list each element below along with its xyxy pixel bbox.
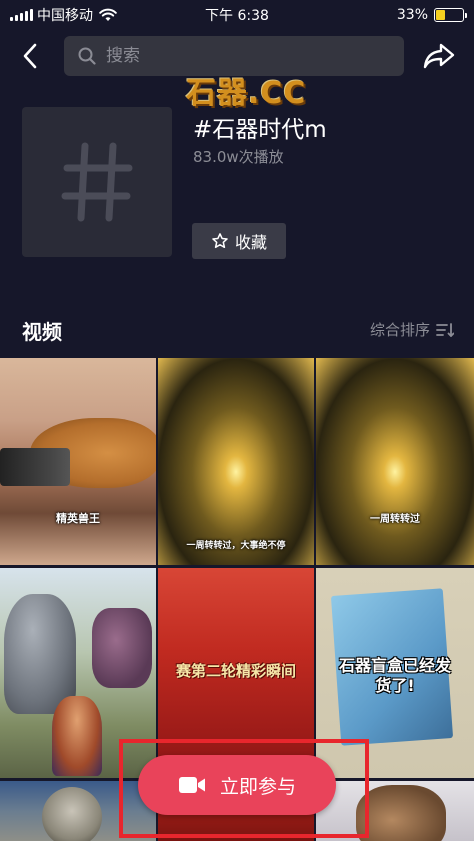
play-count: 83.0w次播放 bbox=[193, 148, 284, 166]
signal-icon bbox=[10, 9, 33, 21]
topic-title: #石器时代m bbox=[193, 117, 327, 143]
video-thumbnail[interactable] bbox=[316, 781, 474, 841]
video-caption: 精英兽王 bbox=[56, 512, 100, 525]
share-button[interactable] bbox=[422, 40, 456, 72]
carrier-name: 中国移动 bbox=[37, 8, 93, 24]
sort-icon bbox=[436, 322, 454, 337]
video-caption: 一周转转过 bbox=[370, 514, 420, 525]
robot-image bbox=[4, 594, 76, 714]
video-thumbnail[interactable]: 赛第二轮精彩瞬间 bbox=[158, 568, 314, 778]
character-image bbox=[52, 696, 102, 776]
video-thumbnail[interactable] bbox=[0, 568, 156, 778]
sort-button[interactable]: 综合排序 bbox=[370, 319, 454, 340]
star-icon bbox=[212, 233, 228, 249]
video-caption: 一周转转过，大事绝不停 bbox=[186, 541, 286, 551]
harness-image bbox=[0, 448, 70, 486]
video-thumbnail[interactable] bbox=[0, 781, 156, 841]
creature-image bbox=[92, 608, 152, 688]
back-button[interactable] bbox=[14, 40, 46, 72]
sort-label: 综合排序 bbox=[369, 321, 430, 339]
share-arrow-icon bbox=[423, 43, 455, 69]
cat-image bbox=[42, 787, 102, 841]
video-thumbnail[interactable]: 一周转转过，大事绝不停 bbox=[158, 358, 314, 565]
battery-level bbox=[436, 10, 445, 20]
character-image bbox=[356, 785, 446, 841]
video-thumbnail[interactable]: 石器盲盒已经发货了! bbox=[316, 568, 474, 778]
join-button[interactable]: 立即参与 bbox=[138, 755, 336, 815]
video-caption: 石器盲盒已经发货了! bbox=[338, 656, 451, 695]
favorite-label: 收藏 bbox=[234, 233, 267, 252]
video-caption: 赛第二轮精彩瞬间 bbox=[175, 662, 296, 680]
watermark-logo: 石器.CC bbox=[186, 76, 307, 111]
wifi-icon bbox=[99, 8, 117, 21]
section-title: 视频 bbox=[22, 320, 62, 344]
video-camera-icon bbox=[178, 777, 205, 793]
video-thumbnail[interactable]: 一周转转过 bbox=[316, 358, 474, 565]
favorite-button[interactable]: 收藏 bbox=[192, 223, 286, 259]
status-bar: 中国移动 下午 6:38 33% bbox=[0, 0, 474, 30]
video-thumbnail[interactable]: 精英兽王 bbox=[0, 358, 156, 565]
search-input[interactable] bbox=[106, 46, 366, 66]
topic-thumbnail bbox=[22, 107, 172, 257]
battery-percent: 33% bbox=[396, 7, 428, 23]
hashtag-icon bbox=[61, 142, 133, 222]
chevron-left-icon bbox=[23, 43, 37, 69]
join-label: 立即参与 bbox=[219, 775, 296, 798]
battery-icon bbox=[434, 8, 467, 22]
search-icon bbox=[78, 47, 96, 65]
